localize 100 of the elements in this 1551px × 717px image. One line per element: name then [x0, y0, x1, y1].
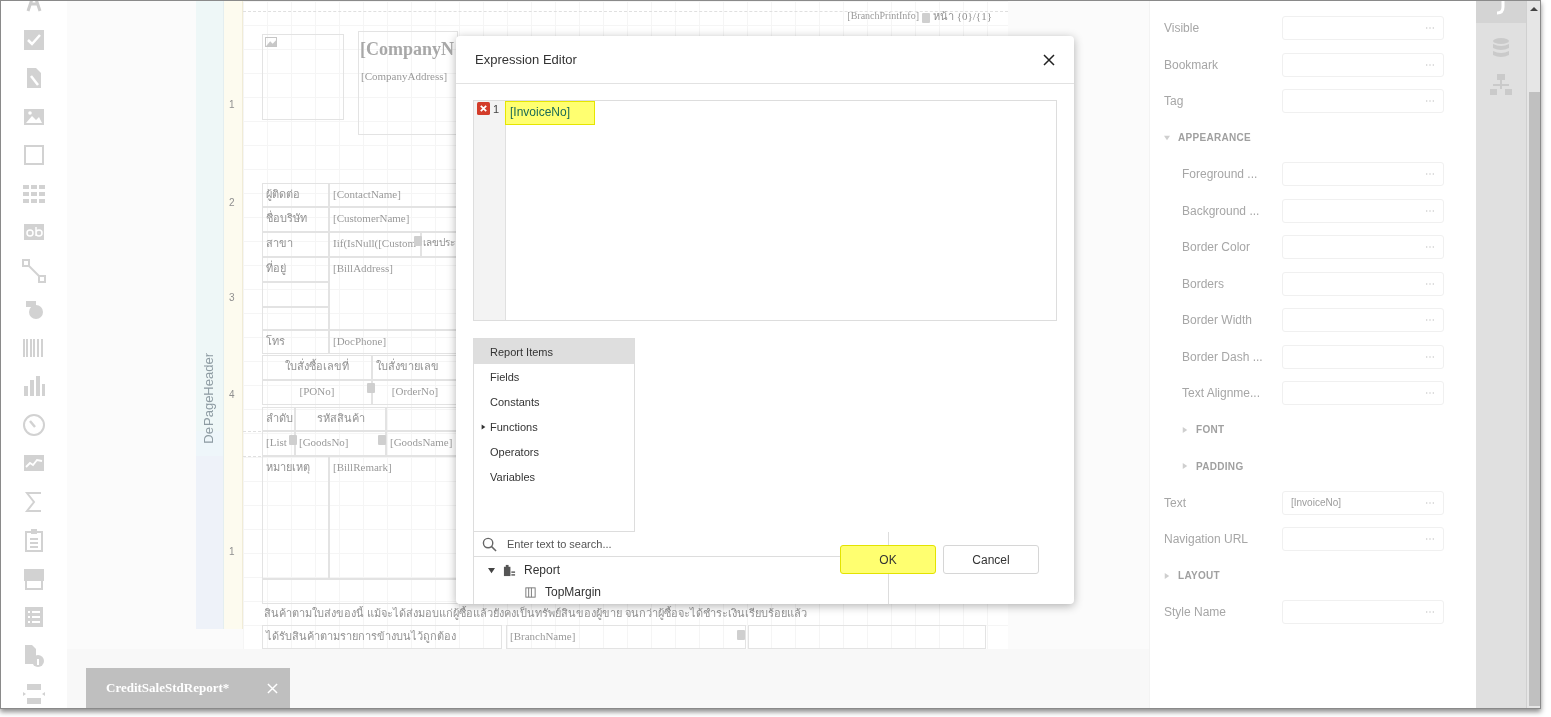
property-field[interactable] [1282, 271, 1444, 296]
empty-report-cell[interactable] [262, 579, 458, 604]
property-field[interactable] [1282, 308, 1444, 333]
property-field[interactable] [1282, 600, 1444, 625]
pdf-document-icon[interactable] [22, 566, 46, 591]
report-label[interactable]: ได้รับสินค้าตามรายการข้างบนไว้ถูกต้อง [262, 625, 502, 649]
report-label[interactable]: ใบสั่งซื้อเลขที่ [262, 355, 372, 380]
property-field[interactable] [1282, 527, 1444, 552]
property-field[interactable] [1282, 16, 1444, 41]
panel-icon[interactable] [22, 143, 46, 167]
property-field[interactable] [1282, 89, 1444, 114]
report-label[interactable]: โทร [262, 330, 329, 354]
property-field[interactable]: [InvoiceNo] [1282, 490, 1444, 515]
collapse-triangle-icon[interactable] [488, 566, 495, 574]
section-header[interactable]: PADDING [1182, 460, 1244, 472]
report-label[interactable]: รหัสสินค้า [295, 407, 386, 431]
expression-editor[interactable]: 1 [InvoiceNo] [473, 100, 1057, 321]
database-marker-icon [378, 434, 386, 445]
gauge-icon[interactable] [22, 412, 46, 437]
ruler-number: 4 [229, 389, 235, 400]
ok-button[interactable]: OK [840, 545, 936, 574]
report-field[interactable]: [CustomerName] [329, 207, 458, 232]
property-label: Borders [1182, 276, 1226, 291]
document-tab[interactable]: CreditSaleStdReport* [86, 668, 290, 708]
scroll-up-icon[interactable] [1530, 6, 1538, 12]
report-field[interactable]: [CompanyAddress] [359, 69, 458, 87]
property-label: Border Dash ... [1182, 349, 1264, 364]
tree-item[interactable]: Report [524, 563, 561, 577]
ellipsis-icon [1425, 26, 1435, 31]
property-field[interactable] [1282, 162, 1444, 187]
category-item[interactable]: Report Items [474, 339, 634, 364]
expand-triangle-icon [1164, 572, 1170, 579]
clipboard-icon[interactable] [22, 528, 46, 552]
category-item[interactable]: Variables [474, 464, 634, 489]
ellipsis-icon [1425, 99, 1435, 104]
property-field[interactable] [1282, 52, 1444, 77]
ellipsis-icon [1425, 172, 1435, 177]
expand-triangle-icon [1182, 463, 1188, 470]
empty-report-cell[interactable] [262, 282, 329, 307]
report-icon [503, 563, 516, 577]
ruler-number: 1 [229, 99, 235, 110]
picture-icon [265, 37, 277, 47]
property-field[interactable] [1282, 198, 1444, 223]
category-item[interactable]: Constants [474, 389, 634, 414]
report-field[interactable]: Iif(IsNull([Custom [329, 232, 421, 257]
section-header[interactable]: APPEARANCE [1164, 132, 1251, 144]
empty-report-cell[interactable] [748, 625, 986, 649]
scrollbar-thumb[interactable] [1529, 92, 1540, 706]
list-icon[interactable] [22, 605, 46, 629]
property-label: Foreground ... [1182, 167, 1259, 182]
tab-title[interactable]: CreditSaleStdReport* [106, 680, 230, 696]
ellipsis-icon [1425, 318, 1435, 323]
ruler-number: 2 [229, 197, 235, 208]
property-label: Border Width [1182, 313, 1254, 328]
report-label[interactable]: ที่อยู่ [262, 257, 329, 282]
category-item[interactable]: Functions [474, 414, 634, 439]
checkbox-icon[interactable] [22, 27, 46, 52]
database-marker-icon [367, 382, 375, 393]
report-label[interactable]: หน้า {0}/{1} [931, 9, 995, 27]
scrollbar[interactable] [1526, 1, 1540, 708]
report-field[interactable]: [PONo] [262, 380, 372, 405]
dialog-title: Expression Editor [475, 52, 577, 67]
report-label[interactable]: หมายเหตุ [262, 456, 329, 579]
document-info-icon[interactable] [22, 643, 46, 668]
report-title-field[interactable]: [CompanyN [358, 31, 456, 69]
ellipsis-icon [1425, 537, 1435, 542]
ellipsis-icon [1425, 281, 1435, 286]
ellipsis-icon [1425, 500, 1435, 505]
report-label[interactable]: สาขา [262, 232, 329, 257]
ellipsis-icon [1425, 391, 1435, 396]
band-label[interactable]: De [201, 427, 216, 444]
report-field[interactable]: [ContactName] [329, 183, 458, 207]
property-field[interactable] [1282, 344, 1444, 369]
page-break-icon[interactable] [22, 682, 46, 706]
report-field[interactable]: [GoodsNo] [295, 431, 386, 456]
report-label[interactable]: ลำดับ [262, 407, 295, 431]
close-icon[interactable] [1043, 53, 1055, 66]
report-field[interactable]: [BranchName] [506, 625, 746, 649]
section-header[interactable]: FONT [1182, 424, 1225, 436]
bar-chart-icon[interactable] [22, 374, 46, 398]
picture-box[interactable] [262, 34, 344, 120]
report-field[interactable]: [BranchPrintInfo] [651, 9, 921, 27]
band-label[interactable]: PageHeader [201, 353, 216, 426]
report-label[interactable]: สินค้าตามใบส่งของนี้ แม้จะได้ส่งมอบแก่ผู้ซื้อแล้วยังคงเป็นทรัพย์สินของผู้ขาย จนกว่าผู้ซื้อจะได้ชำระเงินเรียบร้อยแล้ว [262, 606, 984, 624]
database-marker-icon [289, 434, 297, 445]
report-label[interactable]: ชื่อบริษัท [262, 207, 329, 232]
property-field[interactable] [1282, 381, 1444, 406]
category-item[interactable]: Operators [474, 439, 634, 464]
line-icon[interactable] [22, 258, 46, 283]
report-label[interactable]: ผู้ติดต่อ [262, 183, 329, 207]
property-label: Text Alignme... [1182, 386, 1262, 401]
tree-item[interactable]: TopMargin [545, 585, 602, 599]
empty-report-cell[interactable] [262, 307, 329, 330]
cancel-button[interactable]: Cancel [943, 545, 1039, 574]
category-item[interactable]: Fields [474, 364, 634, 389]
section-header[interactable]: LAYOUT [1164, 570, 1220, 582]
property-field[interactable] [1282, 235, 1444, 260]
report-field[interactable]: [DocPhone] [329, 330, 458, 354]
expand-triangle-icon[interactable] [481, 423, 486, 430]
collapse-triangle-icon [1164, 134, 1170, 141]
